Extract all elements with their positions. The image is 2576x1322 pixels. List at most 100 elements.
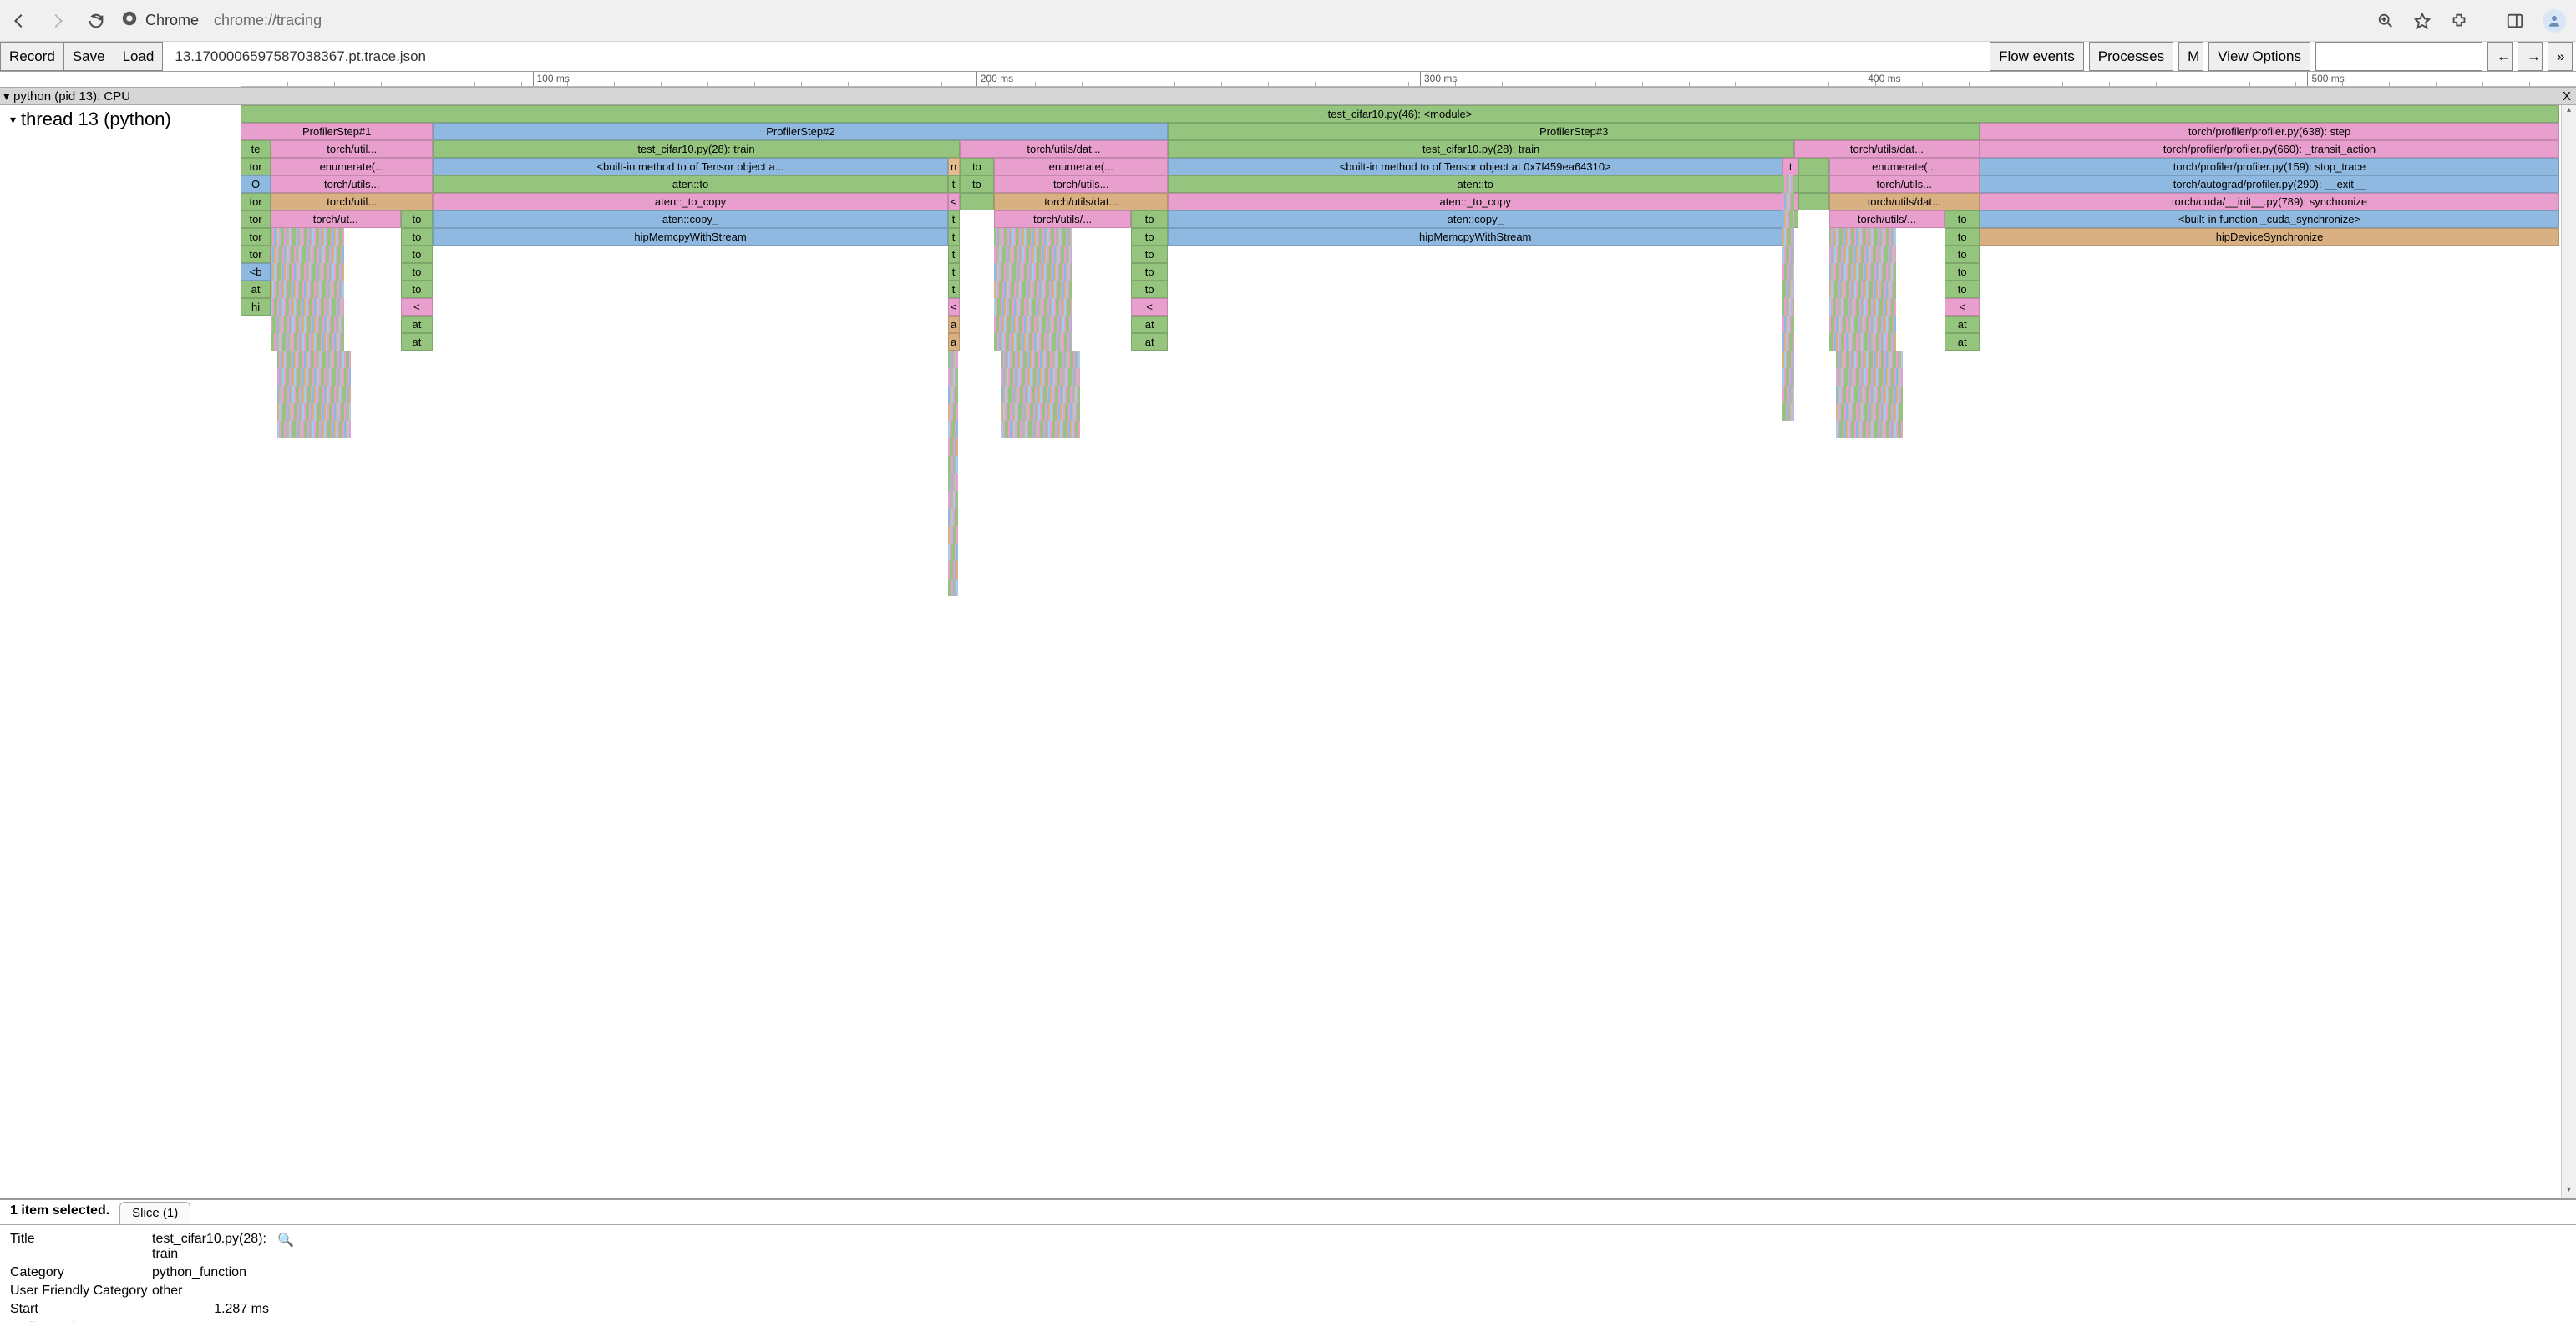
flame-fine-block[interactable]	[948, 509, 964, 526]
flame-fine-block[interactable]	[1836, 351, 1952, 368]
flame-slice[interactable]: <built-in method to of Tensor object a..…	[433, 158, 947, 175]
flame-slice[interactable]: torch/util...	[271, 140, 433, 158]
flame-slice[interactable]: ProfilerStep#2	[433, 123, 1168, 140]
close-icon[interactable]: X	[2563, 89, 2571, 104]
flame-slice[interactable]: torch/utils...	[271, 175, 433, 193]
flame-slice[interactable]: to	[401, 281, 434, 298]
flame-slice[interactable]: te	[241, 140, 271, 158]
flame-slice[interactable]: aten::to	[1168, 175, 1782, 193]
flame-slice[interactable]: aten::_to_copy	[1168, 193, 1782, 210]
flame-slice[interactable]: <built-in function _cuda_synchronize>	[1980, 210, 2559, 228]
slice-tab[interactable]: Slice (1)	[119, 1202, 190, 1224]
flame-fine-block[interactable]	[994, 298, 1131, 316]
flame-fine-block[interactable]	[271, 246, 400, 263]
vertical-scrollbar[interactable]: ▴ ▾	[2561, 105, 2576, 1198]
profile-avatar[interactable]	[2543, 9, 2566, 33]
flame-slice[interactable]: torch/utils/dat...	[994, 193, 1168, 210]
flame-fine-block[interactable]	[1001, 403, 1138, 421]
flame-slice[interactable]: enumerate(...	[1829, 158, 1980, 175]
flame-slice[interactable]: t	[948, 228, 960, 246]
flame-slice[interactable]: to	[1131, 228, 1168, 246]
flame-fine-block[interactable]	[271, 316, 400, 333]
flame-slice[interactable]: test_cifar10.py(28): train	[1168, 140, 1794, 158]
flame-slice[interactable]: to	[960, 158, 995, 175]
flame-slice[interactable]: torch/profiler/profiler.py(660): _transi…	[1980, 140, 2559, 158]
flame-fine-block[interactable]	[271, 281, 400, 298]
flame-slice[interactable]: at	[241, 281, 271, 298]
flame-slice[interactable]: enumerate(...	[994, 158, 1168, 175]
flame-slice[interactable]: torch/autograd/profiler.py(290): __exit_…	[1980, 175, 2559, 193]
flame-slice[interactable]: torch/utils/...	[1829, 210, 1945, 228]
flame-fine-block[interactable]	[1782, 210, 1803, 228]
flame-slice[interactable]	[1798, 158, 1828, 175]
flame-fine-block[interactable]	[948, 368, 964, 386]
flame-slice[interactable]: tor	[241, 210, 271, 228]
flame-slice[interactable]: at	[1945, 333, 1980, 351]
flame-slice[interactable]: ProfilerStep#3	[1168, 123, 1980, 140]
flame-slice[interactable]: torch/ut...	[271, 210, 400, 228]
forward-button[interactable]	[48, 12, 67, 30]
flame-fine-block[interactable]	[271, 333, 400, 351]
flame-fine-block[interactable]	[994, 263, 1131, 281]
flame-slice[interactable]: to	[1945, 281, 1980, 298]
flame-fine-block[interactable]	[271, 298, 400, 316]
flame-slice[interactable]: to	[1131, 263, 1168, 281]
flame-slice[interactable]: test_cifar10.py(28): train	[433, 140, 959, 158]
flame-fine-block[interactable]	[948, 544, 964, 561]
flame-slice[interactable]: torch/utils/dat...	[960, 140, 1169, 158]
flame-slice[interactable]: to	[1945, 263, 1980, 281]
flame-slice[interactable]: <	[948, 298, 960, 316]
flame-fine-block[interactable]	[1782, 368, 1803, 386]
flame-slice[interactable]: a	[948, 316, 960, 333]
flame-fine-block[interactable]	[1782, 298, 1803, 316]
flame-slice[interactable]: to	[1131, 210, 1168, 228]
flame-graph[interactable]: test_cifar10.py(46): <module>ProfilerSte…	[241, 105, 2559, 1198]
flame-fine-block[interactable]	[1829, 316, 1945, 333]
flame-fine-block[interactable]	[994, 333, 1131, 351]
scroll-up-icon[interactable]: ▴	[2562, 105, 2576, 119]
flame-fine-block[interactable]	[1782, 403, 1803, 421]
flame-slice[interactable]: hi	[241, 298, 271, 316]
flame-fine-block[interactable]	[1782, 228, 1803, 246]
flame-fine-block[interactable]	[948, 456, 964, 474]
flame-slice[interactable]: to	[1945, 246, 1980, 263]
flame-slice[interactable]: <	[1945, 298, 1980, 316]
flame-fine-block[interactable]	[948, 579, 964, 596]
flame-fine-block[interactable]	[277, 403, 407, 421]
flame-slice[interactable]: <	[401, 298, 434, 316]
flame-slice[interactable]: at	[1131, 316, 1168, 333]
flame-fine-block[interactable]	[1829, 298, 1945, 316]
flame-slice[interactable]: to	[401, 246, 434, 263]
flame-slice[interactable]: torch/profiler/profiler.py(638): step	[1980, 123, 2559, 140]
flame-slice[interactable]: <built-in method to of Tensor object at …	[1168, 158, 1782, 175]
flame-fine-block[interactable]	[948, 561, 964, 579]
flame-slice[interactable]: n	[948, 158, 960, 175]
record-button[interactable]: Record	[0, 42, 64, 71]
flame-fine-block[interactable]	[948, 526, 964, 544]
scroll-down-icon[interactable]: ▾	[2562, 1185, 2576, 1198]
flame-slice[interactable]: torch/profiler/profiler.py(159): stop_tr…	[1980, 158, 2559, 175]
flame-slice[interactable]: t	[948, 281, 960, 298]
flame-fine-block[interactable]	[271, 263, 400, 281]
flame-slice[interactable]: a	[948, 333, 960, 351]
flame-slice[interactable]: t	[948, 175, 960, 193]
flame-slice[interactable]: to	[960, 175, 995, 193]
flame-slice[interactable]: torch/utils/...	[994, 210, 1131, 228]
flame-fine-block[interactable]	[948, 351, 964, 368]
flame-slice[interactable]: <	[948, 193, 960, 210]
flame-slice[interactable]: hipMemcpyWithStream	[433, 228, 947, 246]
flame-fine-block[interactable]	[271, 228, 400, 246]
flame-slice[interactable]: test_cifar10.py(46): <module>	[241, 105, 2559, 123]
flame-slice[interactable]: to	[401, 228, 434, 246]
flame-fine-block[interactable]	[1829, 246, 1945, 263]
flame-slice[interactable]: torch/utils...	[1829, 175, 1980, 193]
flame-slice[interactable]: at	[1131, 333, 1168, 351]
time-ruler[interactable]: 100 ms200 ms300 ms400 ms500 ms	[241, 72, 2576, 87]
flame-fine-block[interactable]	[1829, 228, 1945, 246]
flame-slice[interactable]: t	[948, 210, 960, 228]
side-panel-icon[interactable]	[2506, 12, 2524, 30]
flame-fine-block[interactable]	[1782, 333, 1803, 351]
reload-button[interactable]	[87, 12, 105, 30]
flame-fine-block[interactable]	[994, 316, 1131, 333]
flame-slice[interactable]: torch/util...	[271, 193, 433, 210]
